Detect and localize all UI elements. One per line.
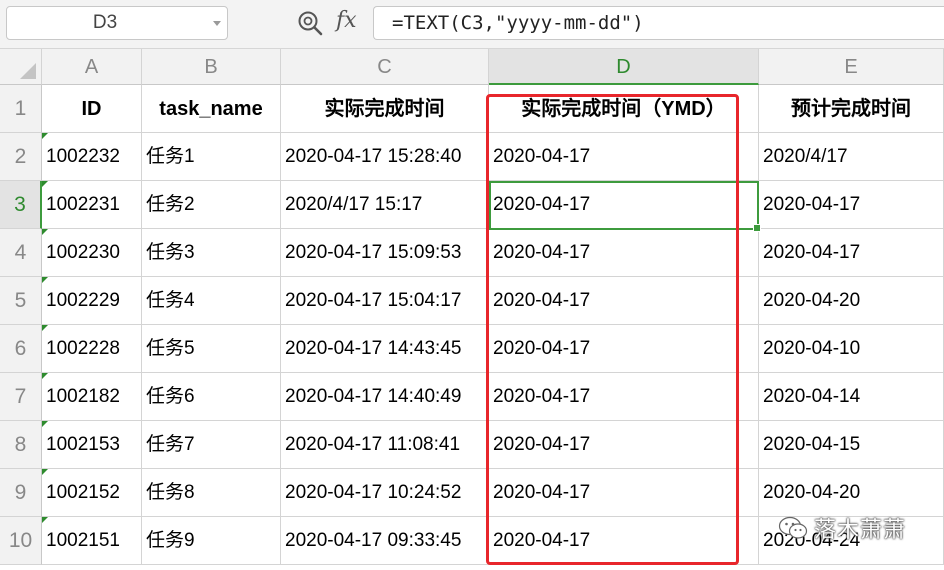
cell-e8[interactable]: 2020-04-15 [759,421,944,469]
cell-c10[interactable]: 2020-04-17 09:33:45 [281,517,489,565]
cell-e4[interactable]: 2020-04-17 [759,229,944,277]
row-header-5[interactable]: 5 [0,277,42,325]
select-all-triangle-icon [20,63,36,79]
spreadsheet-grid: ID task_name 实际完成时间 实际完成时间（YMD） 预计完成时间 100223… [42,85,944,570]
row-header-3[interactable]: 3 [0,181,42,229]
row-header-1[interactable]: 1 [0,85,42,133]
cell-a5[interactable]: 1002229 [42,277,142,325]
row-header-8[interactable]: 8 [0,421,42,469]
cell-b4[interactable]: 任务3 [142,229,281,277]
cell-e3[interactable]: 2020-04-17 [759,181,944,229]
table-row: 1002153 任务7 2020-04-17 11:08:41 2020-04-17 2… [42,421,944,469]
table-row: 1002231 任务2 2020/4/17 15:17 2020-04-17 2020-… [42,181,944,229]
row-header-10[interactable]: 10 [0,517,42,565]
cell-a1[interactable]: ID [42,85,142,133]
cell-e5[interactable]: 2020-04-20 [759,277,944,325]
table-row: 1002228 任务5 2020-04-17 14:43:45 2020-04-17 2… [42,325,944,373]
cell-c6[interactable]: 2020-04-17 14:43:45 [281,325,489,373]
cell-d8[interactable]: 2020-04-17 [489,421,759,469]
cell-d5[interactable]: 2020-04-17 [489,277,759,325]
cell-c3[interactable]: 2020/4/17 15:17 [281,181,489,229]
header-row: ID task_name 实际完成时间 实际完成时间（YMD） 预计完成时间 [42,85,944,133]
formula-input[interactable]: =TEXT(C3,"yyyy-mm-dd") [373,6,944,40]
cell-a9[interactable]: 1002152 [42,469,142,517]
cell-b2[interactable]: 任务1 [142,133,281,181]
cell-e2[interactable]: 2020/4/17 [759,133,944,181]
formula-bar: D3 fx =TEXT(C3,"yyyy-mm-dd") [0,0,944,49]
cell-a2[interactable]: 1002232 [42,133,142,181]
select-all-corner[interactable] [0,49,42,85]
cell-c4[interactable]: 2020-04-17 15:09:53 [281,229,489,277]
column-header-e[interactable]: E [759,49,944,85]
cell-e9[interactable]: 2020-04-20 [759,469,944,517]
cell-a4[interactable]: 1002230 [42,229,142,277]
cell-b6[interactable]: 任务5 [142,325,281,373]
cell-d10[interactable]: 2020-04-17 [489,517,759,565]
cell-e1[interactable]: 预计完成时间 [759,85,944,133]
watermark: 落木萧萧 [778,512,906,544]
name-box-value: D3 [92,12,118,33]
row-header-6[interactable]: 6 [0,325,42,373]
cell-a3[interactable]: 1002231 [42,181,142,229]
cell-d7[interactable]: 2020-04-17 [489,373,759,421]
wechat-icon [778,516,808,539]
column-header-b[interactable]: B [142,49,281,85]
cell-a8[interactable]: 1002153 [42,421,142,469]
table-row: 1002229 任务4 2020-04-17 15:04:17 2020-04-17 2… [42,277,944,325]
cell-b7[interactable]: 任务6 [142,373,281,421]
cell-c2[interactable]: 2020-04-17 15:28:40 [281,133,489,181]
cell-b1[interactable]: task_name [142,85,281,133]
cell-b10[interactable]: 任务9 [142,517,281,565]
cell-c7[interactable]: 2020-04-17 14:40:49 [281,373,489,421]
cell-c8[interactable]: 2020-04-17 11:08:41 [281,421,489,469]
cell-b8[interactable]: 任务7 [142,421,281,469]
cell-a10[interactable]: 1002151 [42,517,142,565]
column-header-d[interactable]: D [489,49,759,85]
table-row: 1002232 任务1 2020-04-17 15:28:40 2020-04-17 2… [42,133,944,181]
fx-icon[interactable]: fx [336,8,357,33]
row-header-7[interactable]: 7 [0,373,42,421]
name-box[interactable]: D3 [6,6,228,40]
cell-b9[interactable]: 任务8 [142,469,281,517]
table-row: 1002230 任务3 2020-04-17 15:09:53 2020-04-17 2… [42,229,944,277]
chevron-down-icon[interactable] [213,21,221,26]
cell-c9[interactable]: 2020-04-17 10:24:52 [281,469,489,517]
cell-d1[interactable]: 实际完成时间（YMD） [489,85,759,133]
cell-e7[interactable]: 2020-04-14 [759,373,944,421]
zoom-icon[interactable] [297,10,323,36]
cell-c5[interactable]: 2020-04-17 15:04:17 [281,277,489,325]
watermark-text: 落木萧萧 [814,517,907,542]
column-header-a[interactable]: A [42,49,142,85]
cell-b3[interactable]: 任务2 [142,181,281,229]
row-header-9[interactable]: 9 [0,469,42,517]
cell-d2[interactable]: 2020-04-17 [489,133,759,181]
cell-e6[interactable]: 2020-04-10 [759,325,944,373]
cell-d4[interactable]: 2020-04-17 [489,229,759,277]
cell-a7[interactable]: 1002182 [42,373,142,421]
cell-d9[interactable]: 2020-04-17 [489,469,759,517]
row-header-2[interactable]: 2 [0,133,42,181]
cell-c1[interactable]: 实际完成时间 [281,85,489,133]
cell-a6[interactable]: 1002228 [42,325,142,373]
column-header-c[interactable]: C [281,49,489,85]
table-row: 1002182 任务6 2020-04-17 14:40:49 2020-04-17 2… [42,373,944,421]
cell-d6[interactable]: 2020-04-17 [489,325,759,373]
table-row: 1002152 任务8 2020-04-17 10:24:52 2020-04-17 2… [42,469,944,517]
cell-b5[interactable]: 任务4 [142,277,281,325]
cell-d3[interactable]: 2020-04-17 [489,181,759,229]
row-header-4[interactable]: 4 [0,229,42,277]
